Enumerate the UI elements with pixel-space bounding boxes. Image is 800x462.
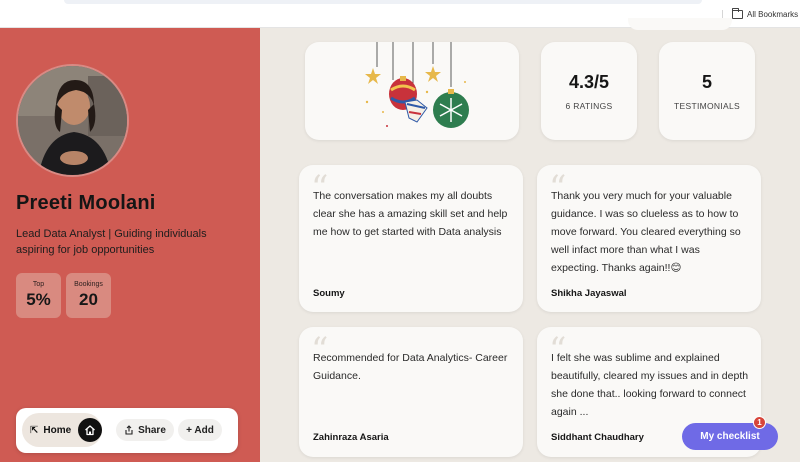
testimonial-author: Siddhant Chaudhary (551, 432, 644, 443)
profile-bio: Lead Data Analyst | Guiding individuals … (16, 228, 207, 256)
all-bookmarks-label: All Bookmarks (747, 10, 799, 19)
home-icon (78, 418, 102, 442)
top-card-edge (628, 18, 732, 30)
rating-label: 6 RATINGS (565, 101, 613, 111)
all-bookmarks-button[interactable]: All Bookmarks (732, 8, 799, 19)
ornaments-illustration (365, 42, 469, 128)
arrow-up-left-icon: ⇱ (30, 424, 39, 436)
stat-label: Bookings (74, 281, 103, 288)
testimonial-text: The conversation makes my all doubts cle… (313, 190, 508, 238)
home-label: Home (43, 424, 72, 436)
stat-value: 20 (79, 290, 98, 309)
share-icon (125, 425, 133, 435)
action-bar: ⇱ Home Share + Add (16, 408, 238, 453)
testimonial-card: “ Recommended for Data Analytics- Career… (299, 327, 523, 457)
top-percent-stat: Top 5% (16, 273, 61, 318)
profile-name: Preeti Moolani (16, 192, 156, 214)
address-bar[interactable] (64, 0, 702, 4)
stat-label: Top (32, 281, 45, 288)
testimonial-text: Thank you very much for your valuable gu… (551, 190, 741, 274)
festive-banner-card (305, 42, 519, 140)
share-label: Share (138, 424, 166, 436)
folder-icon (732, 8, 743, 19)
notification-badge: 1 (753, 416, 766, 429)
testimonials-count-card: 5 TESTIMONIALS (659, 42, 755, 140)
testimonial-author: Soumy (313, 288, 345, 299)
avatar (16, 64, 129, 177)
testimonial-author: Zahinraza Asaria (313, 432, 389, 443)
testimonials-label: TESTIMONIALS (674, 101, 740, 111)
testimonial-author: Shikha Jayaswal (551, 288, 627, 299)
testimonial-card: “ The conversation makes my all doubts c… (299, 165, 523, 312)
testimonial-text: Recommended for Data Analytics- Career G… (313, 352, 508, 382)
profile-panel: Preeti Moolani Lead Data Analyst | Guidi… (0, 28, 260, 462)
share-button[interactable]: Share (116, 419, 174, 441)
testimonial-text: I felt she was sublime and explained bea… (551, 352, 749, 418)
rating-value: 4.3/5 (568, 72, 610, 92)
home-button[interactable]: ⇱ Home (22, 413, 102, 447)
stat-value: 5% (26, 290, 51, 309)
add-button[interactable]: + Add (178, 419, 222, 441)
testimonials-count: 5 (701, 72, 712, 92)
rating-card: 4.3/5 6 RATINGS (541, 42, 637, 140)
testimonial-card: “ Thank you very much for your valuable … (537, 165, 761, 312)
bookings-stat: Bookings 20 (66, 273, 111, 318)
